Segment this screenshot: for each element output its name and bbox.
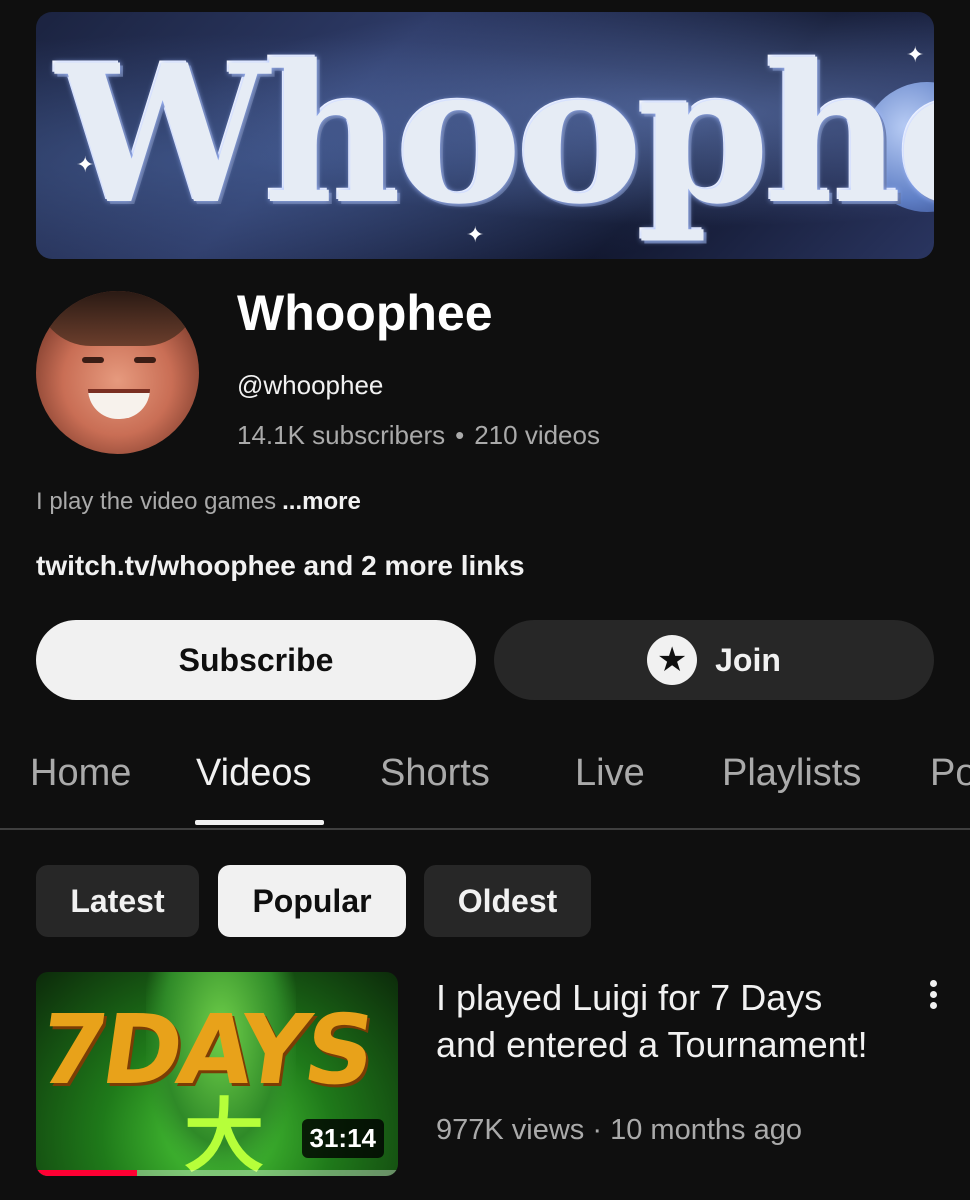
channel-handle: @whoophee	[237, 370, 384, 400]
thumbnail-glyph: 大	[184, 1092, 264, 1176]
tab-home[interactable]: Home	[30, 752, 131, 795]
video-age: 10 months ago	[610, 1114, 802, 1146]
filter-chip-oldest[interactable]: Oldest	[424, 865, 591, 937]
tab-posts[interactable]: Po	[930, 752, 970, 795]
channel-name: Whoophee	[237, 285, 493, 341]
more-options-icon[interactable]	[923, 980, 943, 1010]
filter-chip-popular[interactable]: Popular	[218, 865, 406, 937]
video-thumbnail[interactable]: 7DAYS 大 31:14	[36, 972, 398, 1176]
meta-separator: ·	[592, 1114, 603, 1146]
video-title[interactable]: I played Luigi for 7 Days and entered a …	[436, 974, 876, 1068]
tab-playlists[interactable]: Playlists	[722, 752, 861, 795]
channel-stats: 14.1K subscribers • 210 videos	[237, 420, 600, 451]
video-views: 977K views	[436, 1114, 585, 1146]
description-more-link[interactable]: ...more	[282, 488, 361, 515]
stats-separator: •	[455, 420, 465, 450]
video-count: 210 videos	[474, 420, 600, 450]
active-tab-indicator	[195, 820, 324, 825]
sparkle-icon: ✦	[76, 152, 95, 177]
tab-videos[interactable]: Videos	[196, 752, 312, 795]
sparkle-icon: ✦	[906, 42, 925, 67]
join-label: Join	[715, 641, 781, 678]
avatar-eye	[134, 357, 156, 363]
video-meta: 977K views · 10 months ago	[436, 1114, 802, 1147]
tab-live[interactable]: Live	[575, 752, 645, 795]
channel-description[interactable]: I play the video games ...more	[36, 488, 361, 516]
avatar-hair	[36, 291, 199, 346]
star-icon: ★	[647, 635, 698, 685]
description-text: I play the video games	[36, 488, 277, 515]
avatar-smile	[88, 389, 150, 419]
subscriber-count: 14.1K subscribers	[237, 420, 446, 450]
channel-banner: Whoophee ✦ ✦ ✦	[36, 12, 934, 259]
tab-shorts[interactable]: Shorts	[380, 752, 490, 795]
channel-tabs: Home Videos Shorts Live Playlists Po	[0, 742, 970, 830]
filter-chip-latest[interactable]: Latest	[36, 865, 199, 937]
video-duration: 31:14	[301, 1119, 384, 1158]
subscribe-button[interactable]: Subscribe	[36, 620, 476, 700]
subscribe-label: Subscribe	[178, 641, 334, 678]
avatar-eye	[82, 357, 104, 363]
channel-links[interactable]: twitch.tv/whoophee and 2 more links	[36, 550, 525, 582]
watch-progress-bar	[36, 1170, 138, 1176]
banner-logo-text: Whoophee	[56, 23, 934, 246]
join-button[interactable]: ★ Join	[494, 620, 934, 700]
channel-avatar[interactable]	[36, 291, 199, 454]
sparkle-icon: ✦	[466, 222, 485, 247]
